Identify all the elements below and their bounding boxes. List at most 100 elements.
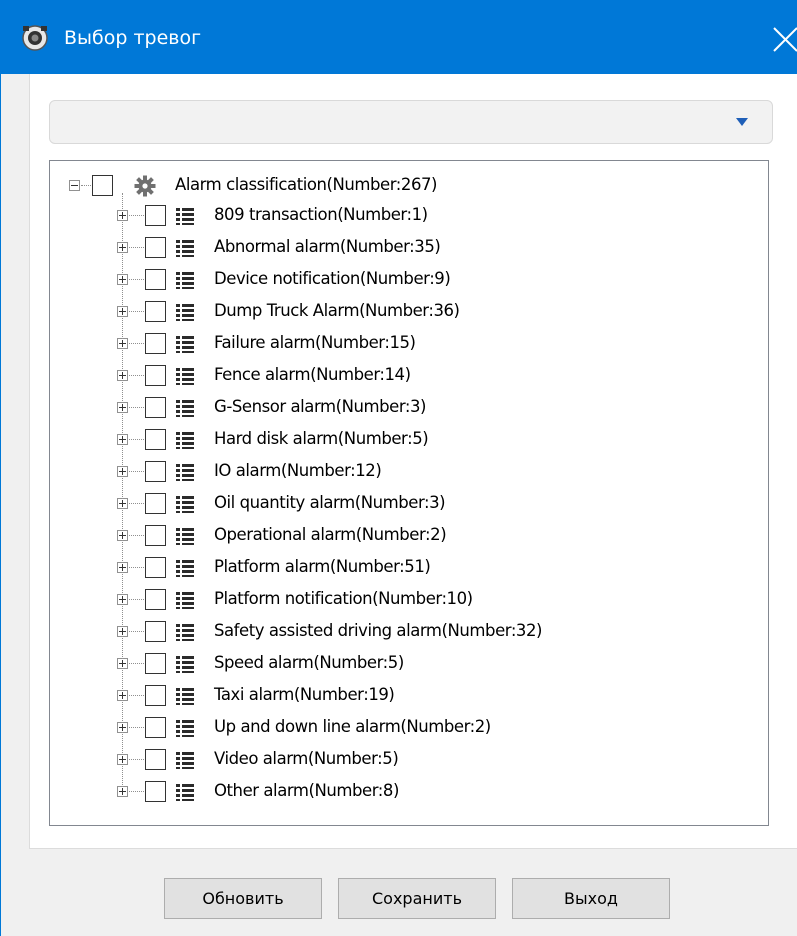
tree-branch-line: [129, 599, 144, 600]
tree-branch-line: [129, 471, 144, 472]
row-checkbox[interactable]: [145, 429, 166, 450]
list-icon: [176, 592, 194, 609]
tree-row-label[interactable]: Abnormal alarm(Number:35): [214, 236, 441, 258]
tree-row-label[interactable]: Device notification(Number:9): [214, 268, 451, 290]
tree-row-label[interactable]: 809 transaction(Number:1): [214, 204, 428, 226]
tree-row-label[interactable]: Taxi alarm(Number:19): [214, 684, 395, 706]
row-checkbox[interactable]: [145, 557, 166, 578]
tree-row-label[interactable]: IO alarm(Number:12): [214, 460, 382, 482]
tree-row-video-alarm: Video alarm(Number:5): [50, 743, 750, 776]
tree-row-label[interactable]: Platform alarm(Number:51): [214, 556, 431, 578]
tree-row-safety-assisted-driving-alarm: Safety assisted driving alarm(Number:32): [50, 615, 750, 648]
tree-row-label[interactable]: Fence alarm(Number:14): [214, 364, 411, 386]
list-icon: [176, 368, 194, 385]
tree-root-label[interactable]: Alarm classification(Number:267): [175, 174, 437, 196]
expand-toggle[interactable]: [117, 210, 128, 221]
tree-row-label[interactable]: Operational alarm(Number:2): [214, 524, 447, 546]
save-button[interactable]: Сохранить: [338, 878, 496, 919]
expand-toggle[interactable]: [117, 530, 128, 541]
list-icon: [176, 720, 194, 737]
collapse-toggle[interactable]: [69, 180, 80, 191]
row-checkbox[interactable]: [145, 397, 166, 418]
alarm-tree[interactable]: Alarm classification(Number:267) 809 tra…: [49, 160, 769, 826]
tree-row-809-transaction: 809 transaction(Number:1): [50, 199, 750, 232]
expand-toggle[interactable]: [117, 338, 128, 349]
row-checkbox[interactable]: [145, 589, 166, 610]
tree-branch-line: [129, 535, 144, 536]
row-checkbox[interactable]: [145, 621, 166, 642]
expand-toggle[interactable]: [117, 498, 128, 509]
tree-row-taxi-alarm: Taxi alarm(Number:19): [50, 679, 750, 712]
tree-row-label[interactable]: Safety assisted driving alarm(Number:32): [214, 620, 542, 642]
row-checkbox[interactable]: [145, 685, 166, 706]
tree-row-label[interactable]: Hard disk alarm(Number:5): [214, 428, 429, 450]
tree-row-abnormal-alarm: Abnormal alarm(Number:35): [50, 231, 750, 264]
tree-row-label[interactable]: Up and down line alarm(Number:2): [214, 716, 491, 738]
tree-row-other-alarm: Other alarm(Number:8): [50, 775, 750, 808]
tree-branch-line: [129, 727, 144, 728]
expand-toggle[interactable]: [117, 722, 128, 733]
tree-row-platform-notification: Platform notification(Number:10): [50, 583, 750, 616]
row-checkbox[interactable]: [145, 333, 166, 354]
expand-toggle[interactable]: [117, 402, 128, 413]
tree-row-label[interactable]: Speed alarm(Number:5): [214, 652, 404, 674]
tree-row-label[interactable]: Dump Truck Alarm(Number:36): [214, 300, 460, 322]
tree-row-label[interactable]: Video alarm(Number:5): [214, 748, 399, 770]
tree-branch-line: [129, 503, 144, 504]
list-icon: [176, 624, 194, 641]
expand-toggle[interactable]: [117, 434, 128, 445]
row-checkbox[interactable]: [145, 237, 166, 258]
list-icon: [176, 528, 194, 545]
tree-branch-line: [129, 375, 144, 376]
row-checkbox[interactable]: [145, 717, 166, 738]
row-checkbox[interactable]: [145, 301, 166, 322]
row-checkbox[interactable]: [145, 749, 166, 770]
refresh-button[interactable]: Обновить: [164, 878, 322, 919]
tree-row-operational-alarm: Operational alarm(Number:2): [50, 519, 750, 552]
expand-toggle[interactable]: [117, 658, 128, 669]
list-icon: [176, 496, 194, 513]
expand-toggle[interactable]: [117, 242, 128, 253]
row-checkbox[interactable]: [145, 461, 166, 482]
tree-row-label[interactable]: G-Sensor alarm(Number:3): [214, 396, 426, 418]
tree-row-hard-disk-alarm: Hard disk alarm(Number:5): [50, 423, 750, 456]
camera-app-icon: [22, 25, 48, 51]
expand-toggle[interactable]: [117, 786, 128, 797]
expand-toggle[interactable]: [117, 754, 128, 765]
expand-toggle[interactable]: [117, 562, 128, 573]
expand-toggle[interactable]: [117, 466, 128, 477]
expand-toggle[interactable]: [117, 690, 128, 701]
root-checkbox[interactable]: [92, 175, 113, 196]
tree-row-label[interactable]: Other alarm(Number:8): [214, 780, 399, 802]
list-icon: [176, 784, 194, 801]
tree-row-dump-truck-alarm: Dump Truck Alarm(Number:36): [50, 295, 750, 328]
expand-toggle[interactable]: [117, 626, 128, 637]
list-icon: [176, 688, 194, 705]
expand-toggle[interactable]: [117, 274, 128, 285]
expand-toggle[interactable]: [117, 370, 128, 381]
row-checkbox[interactable]: [145, 493, 166, 514]
tree-row-label[interactable]: Platform notification(Number:10): [214, 588, 473, 610]
row-checkbox[interactable]: [145, 653, 166, 674]
exit-button[interactable]: Выход: [512, 878, 670, 919]
tree-row-speed-alarm: Speed alarm(Number:5): [50, 647, 750, 680]
tree-root-row: Alarm classification(Number:267): [50, 169, 750, 202]
tree-branch-line: [81, 185, 91, 186]
alarm-filter-dropdown[interactable]: [49, 100, 773, 144]
expand-toggle[interactable]: [117, 594, 128, 605]
tree-branch-line: [129, 407, 144, 408]
window-title: Выбор тревог: [64, 27, 202, 49]
tree-branch-line: [129, 631, 144, 632]
list-icon: [176, 400, 194, 417]
list-icon: [176, 240, 194, 257]
row-checkbox[interactable]: [145, 781, 166, 802]
tree-row-label[interactable]: Oil quantity alarm(Number:3): [214, 492, 446, 514]
row-checkbox[interactable]: [145, 365, 166, 386]
close-icon[interactable]: [764, 18, 797, 58]
row-checkbox[interactable]: [145, 269, 166, 290]
row-checkbox[interactable]: [145, 525, 166, 546]
list-icon: [176, 560, 194, 577]
row-checkbox[interactable]: [145, 205, 166, 226]
expand-toggle[interactable]: [117, 306, 128, 317]
tree-row-label[interactable]: Failure alarm(Number:15): [214, 332, 416, 354]
